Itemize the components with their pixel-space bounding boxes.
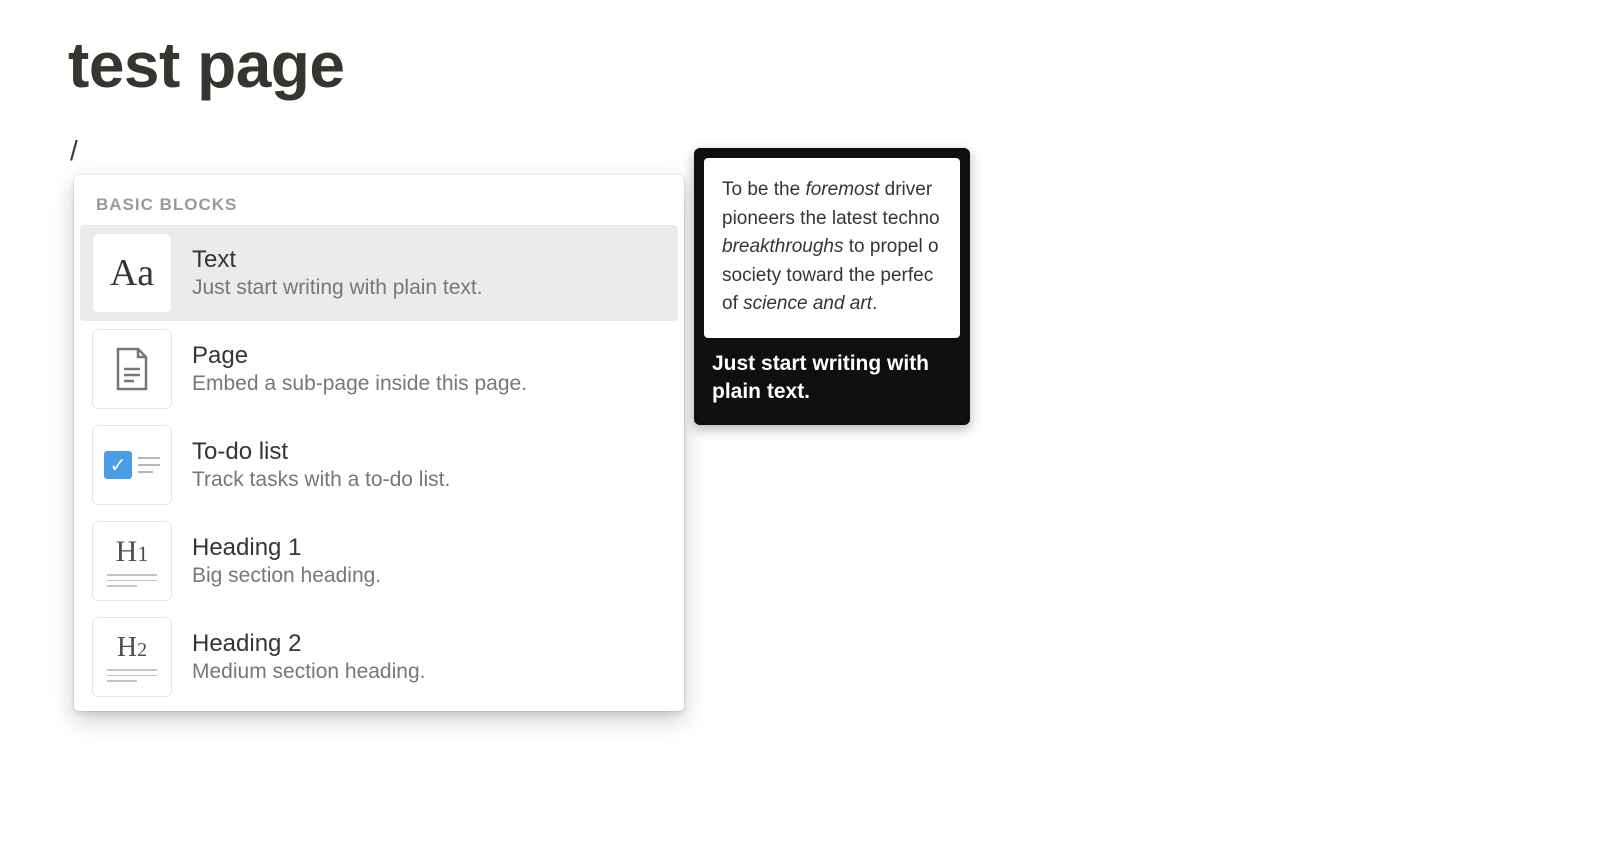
block-preview-tooltip: To be the foremost driver pioneers the l… <box>694 148 970 425</box>
todo-icon: ✓ <box>92 425 172 505</box>
menu-item-title: Heading 1 <box>192 534 666 562</box>
menu-item-text-content: Heading 2 Medium section heading. <box>192 630 666 684</box>
page-title: test page <box>68 28 344 102</box>
heading-2-icon: H2 <box>92 617 172 697</box>
menu-item-description: Track tasks with a to-do list. <box>192 468 666 492</box>
page-icon <box>92 329 172 409</box>
menu-item-heading-2[interactable]: H2 Heading 2 Medium section heading. <box>80 609 678 705</box>
menu-item-text[interactable]: Aa Text Just start writing with plain te… <box>80 225 678 321</box>
menu-item-page[interactable]: Page Embed a sub-page inside this page. <box>80 321 678 417</box>
menu-item-description: Medium section heading. <box>192 660 666 684</box>
heading-1-icon: H1 <box>92 521 172 601</box>
menu-item-title: Page <box>192 342 666 370</box>
menu-item-text-content: Text Just start writing with plain text. <box>192 246 666 300</box>
menu-item-title: Text <box>192 246 666 274</box>
text-icon: Aa <box>92 233 172 313</box>
tooltip-caption: Just start writing with plain text. <box>704 338 960 415</box>
menu-section-header: BASIC BLOCKS <box>74 175 684 225</box>
menu-item-text-content: Page Embed a sub-page inside this page. <box>192 342 666 396</box>
menu-item-text-content: Heading 1 Big section heading. <box>192 534 666 588</box>
menu-item-description: Just start writing with plain text. <box>192 276 666 300</box>
menu-item-title: To-do list <box>192 438 666 466</box>
menu-item-todo[interactable]: ✓ To-do list Track tasks with a to-do li… <box>80 417 678 513</box>
menu-item-text-content: To-do list Track tasks with a to-do list… <box>192 438 666 492</box>
block-type-menu: BASIC BLOCKS Aa Text Just start writing … <box>74 175 684 711</box>
input-text: / <box>70 135 78 166</box>
menu-item-title: Heading 2 <box>192 630 666 658</box>
slash-command-input[interactable]: / <box>70 135 78 167</box>
menu-item-description: Big section heading. <box>192 564 666 588</box>
menu-item-description: Embed a sub-page inside this page. <box>192 372 666 396</box>
menu-item-heading-1[interactable]: H1 Heading 1 Big section heading. <box>80 513 678 609</box>
tooltip-preview-content: To be the foremost driver pioneers the l… <box>704 158 960 338</box>
